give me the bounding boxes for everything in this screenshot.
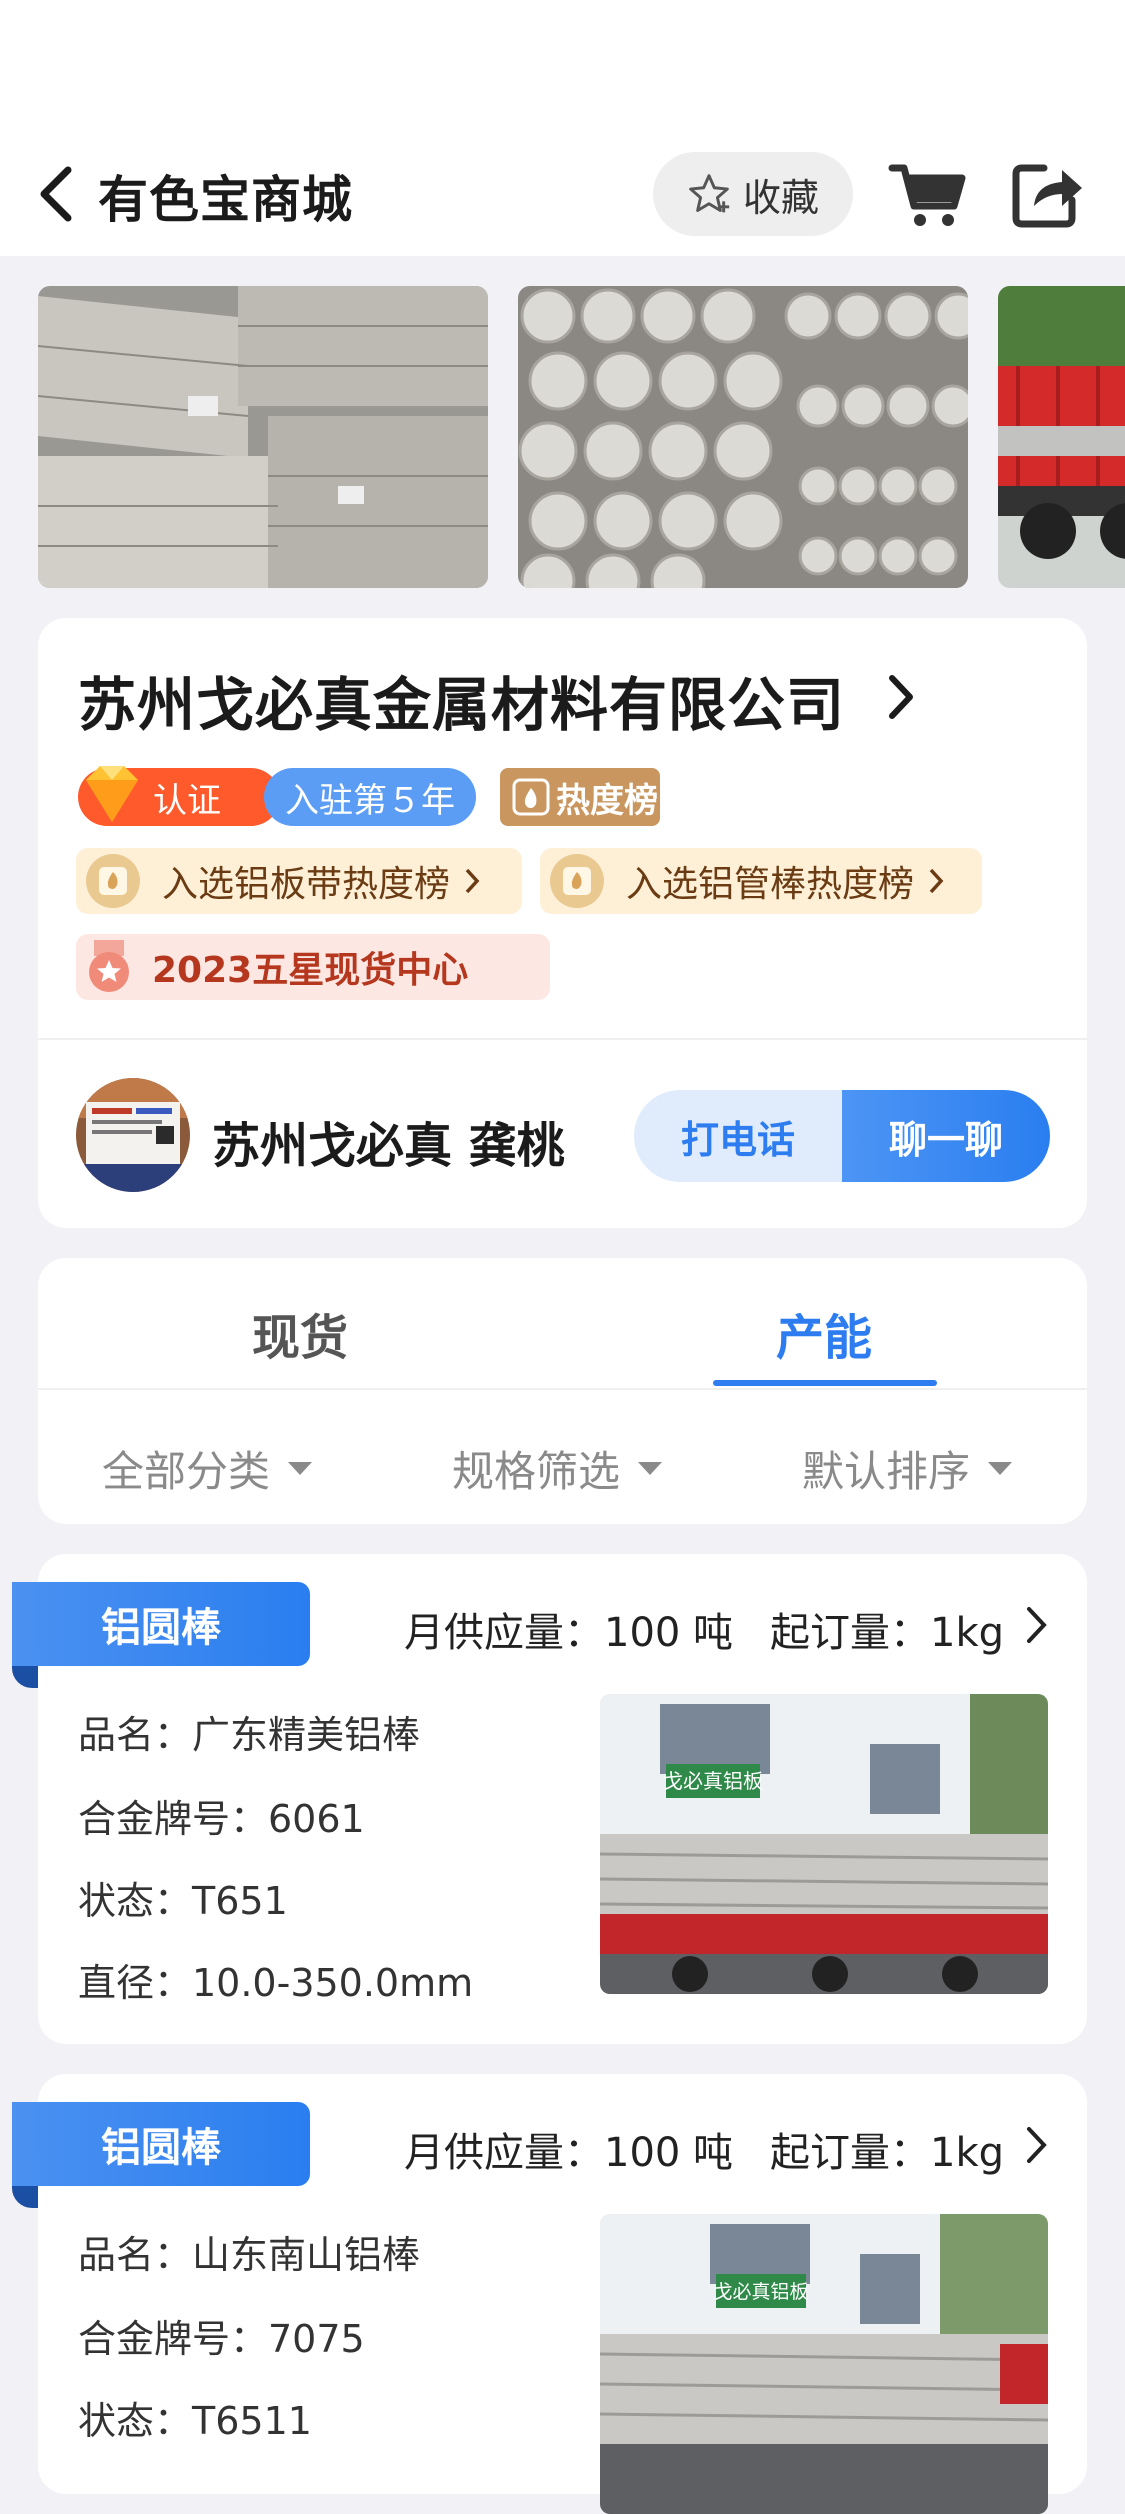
product-category-tag: 铝圆棒 (12, 2102, 310, 2186)
caret-down-icon (638, 1462, 663, 1475)
product-photo[interactable]: 戈必真铝板 (600, 2214, 1048, 2514)
tab-stock[interactable]: 现货 (252, 1298, 348, 1368)
tab-capacity[interactable]: 产能 (776, 1298, 872, 1368)
hot-list-label: 热度榜 (556, 780, 658, 821)
divider (38, 1388, 1087, 1390)
hot-list-icon (512, 778, 550, 816)
rank-pill-plate[interactable]: 入选铝板带热度榜 (76, 848, 522, 914)
company-name[interactable]: 苏州戈必真金属材料有限公司 (78, 658, 845, 742)
tab-active-indicator (713, 1380, 937, 1386)
product-name: 品名：广东精美铝棒 (78, 1713, 421, 1757)
tag-fold (12, 2186, 38, 2208)
divider (38, 1038, 1087, 1040)
caret-down-icon (988, 1462, 1013, 1475)
filter-sort-label: 默认排序 (802, 1447, 971, 1496)
temper-state: 状态：T651 (78, 1879, 288, 1923)
min-order: 起订量：1kg (770, 2130, 1005, 2176)
company-info-card: 苏州戈必真金属材料有限公司 认证 入驻第５年 热度榜 入选铝板带热度榜 入选铝管… (38, 618, 1087, 1228)
diamond-icon (86, 766, 138, 822)
caret-down-icon (288, 1462, 313, 1475)
contact-actions: 打电话 聊一聊 (634, 1090, 1050, 1182)
sign-text: 戈必真铝板 (663, 1769, 763, 1793)
rank-label-tube: 入选铝管棒热度榜 (626, 864, 915, 905)
product-card[interactable]: 铝圆棒 月供应量：100 吨 起订量：1kg 品名：山东南山铝棒 合金牌号：70… (12, 2074, 1087, 2514)
chat-button[interactable]: 聊一聊 (842, 1090, 1050, 1182)
call-button[interactable]: 打电话 (634, 1090, 842, 1182)
filter-category[interactable]: 全部分类 (102, 1438, 313, 1499)
certified-label: 认证 (153, 780, 221, 821)
hot-list-badge[interactable]: 热度榜 (500, 768, 660, 826)
gallery-image-3[interactable] (998, 286, 1125, 588)
sign-text: 戈必真铝板 (713, 2281, 808, 2303)
top-nav-bar: 有色宝商城 收藏 (0, 0, 1125, 256)
filter-spec-label: 规格筛选 (452, 1447, 621, 1496)
filter-sort[interactable]: 默认排序 (802, 1438, 1013, 1499)
five-star-award: 2023五星现货中心 (76, 934, 550, 1000)
award-label: 2023五星现货中心 (152, 950, 469, 991)
rank-medal-icon (550, 854, 604, 908)
store-photo-gallery[interactable] (0, 286, 1125, 588)
monthly-supply: 月供应量：100 吨 (404, 1610, 734, 1656)
filter-category-label: 全部分类 (102, 1447, 271, 1496)
page-title: 有色宝商城 (98, 171, 353, 229)
diameter: 直径：10.0-350.0mm (78, 1961, 474, 2005)
chevron-right-icon[interactable] (1026, 1606, 1048, 1644)
share-icon[interactable] (1010, 158, 1086, 228)
chevron-right-icon[interactable] (886, 672, 916, 722)
contact-name: 苏州戈必真 龚桃 (212, 1118, 565, 1174)
rank-label-plate: 入选铝板带热度榜 (162, 864, 451, 905)
monthly-supply: 月供应量：100 吨 (404, 2130, 734, 2176)
cart-icon[interactable] (888, 160, 968, 230)
star-outline-icon (689, 174, 730, 213)
gallery-image-2[interactable] (518, 286, 968, 588)
chevron-right-icon (465, 868, 480, 894)
temper-state: 状态：T6511 (78, 2399, 312, 2443)
tabs-filter-card: 现货 产能 全部分类 规格筛选 默认排序 (38, 1258, 1087, 1524)
back-arrow-icon[interactable] (36, 164, 76, 224)
tag-fold (12, 1666, 38, 1688)
years-badge: 入驻第５年 (264, 768, 476, 826)
avatar[interactable] (76, 1078, 190, 1192)
rank-pill-tube[interactable]: 入选铝管棒热度榜 (540, 848, 982, 914)
chevron-right-icon (929, 868, 944, 894)
favorite-label: 收藏 (742, 175, 819, 220)
min-order: 起订量：1kg (770, 1610, 1005, 1656)
product-card[interactable]: 铝圆棒 月供应量：100 吨 起订量：1kg 品名：广东精美铝棒 合金牌号：60… (12, 1554, 1087, 2044)
product-photo[interactable]: 戈必真铝板 (600, 1694, 1048, 1994)
filter-spec[interactable]: 规格筛选 (452, 1438, 663, 1499)
chevron-right-icon[interactable] (1026, 2126, 1048, 2164)
alloy-grade: 合金牌号：6061 (78, 1797, 365, 1841)
favorite-button[interactable]: 收藏 (653, 152, 853, 236)
award-medal-icon (89, 940, 129, 992)
alloy-grade: 合金牌号：7075 (78, 2317, 365, 2361)
rank-medal-icon (86, 854, 140, 908)
gallery-image-1[interactable] (38, 286, 488, 588)
product-category-tag: 铝圆棒 (12, 1582, 310, 1666)
product-name: 品名：山东南山铝棒 (78, 2233, 421, 2277)
